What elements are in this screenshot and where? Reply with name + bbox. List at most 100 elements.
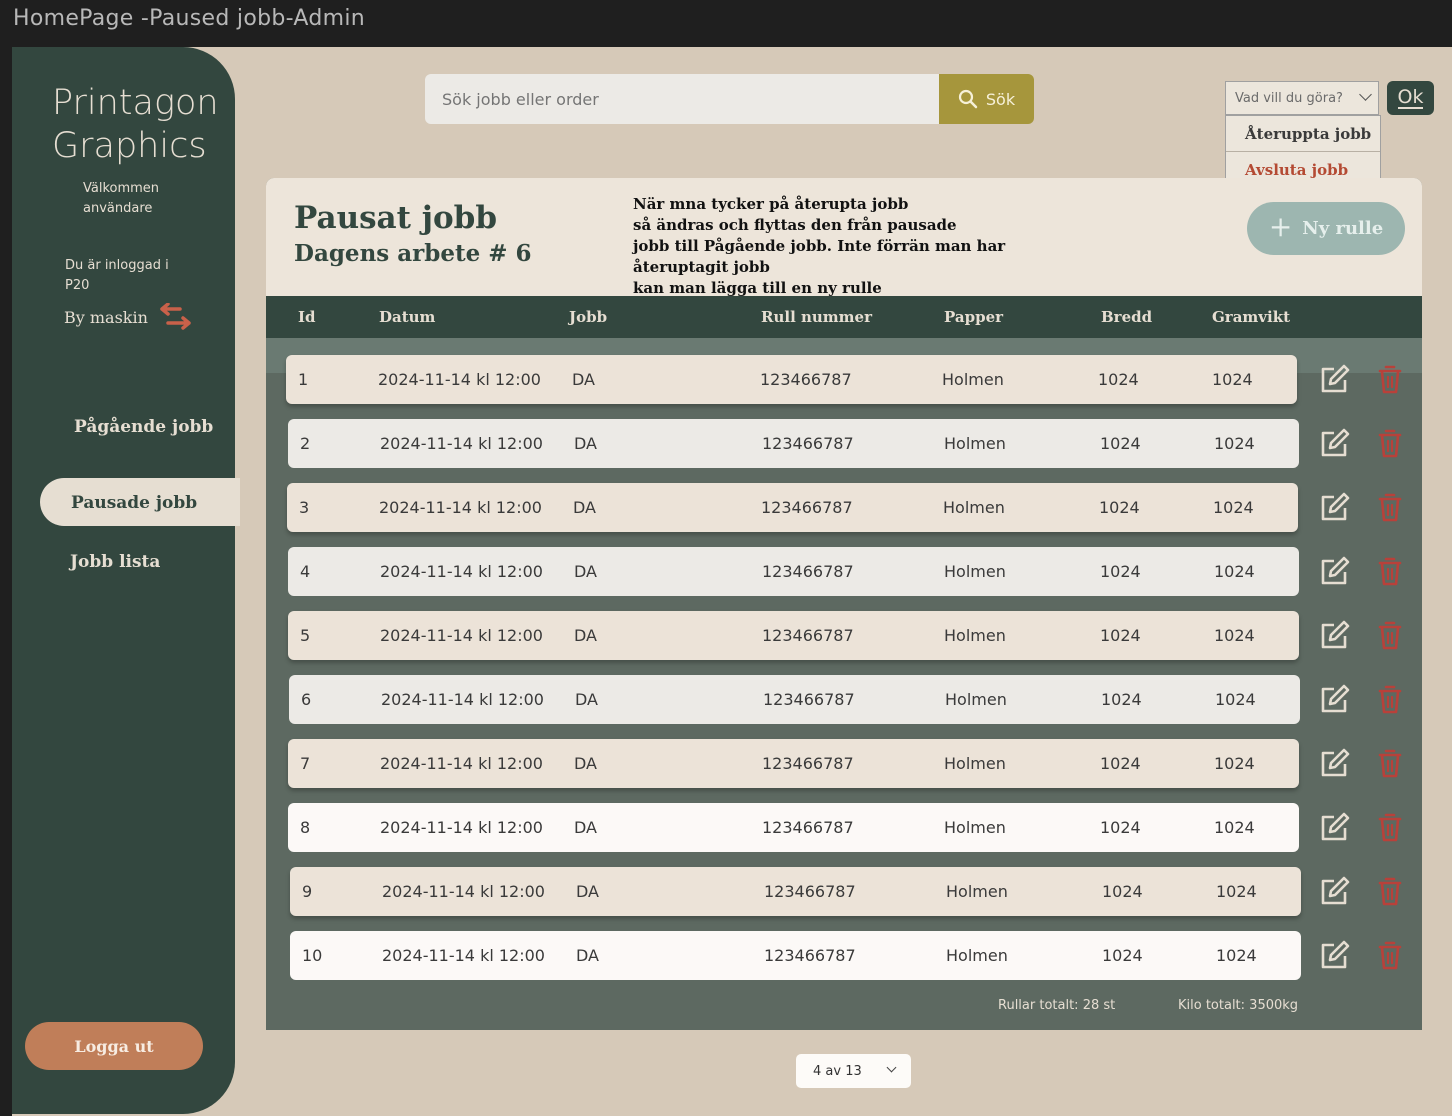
switch-machine-button[interactable]: By maskin [64, 303, 194, 331]
trash-icon[interactable] [1374, 555, 1406, 587]
table-row[interactable]: 6 2024-11-14 kl 12:00 DA 123466787 Holmen 102… [289, 675, 1300, 724]
brand-logo: Printagon Graphics [52, 82, 219, 168]
edit-icon[interactable] [1318, 555, 1350, 587]
cell-width: 1024 [1100, 818, 1141, 837]
action-select-placeholder: Vad vill du göra? [1235, 90, 1343, 106]
login-status-line-1: Du är inloggad i [65, 258, 169, 273]
edit-icon[interactable] [1318, 811, 1350, 843]
paused-jobs-panel: Pausat jobb Dagens arbete # 6 När mna ty… [266, 178, 1422, 1030]
cell-roll-number: 123466787 [761, 498, 853, 517]
cell-roll-number: 123466787 [760, 370, 852, 389]
sidebar: Printagon Graphics Välkommen användare D… [12, 47, 240, 1114]
edit-icon[interactable] [1318, 939, 1350, 971]
column-header-paper: Papper [944, 308, 1004, 326]
trash-icon[interactable] [1374, 619, 1406, 651]
edit-icon[interactable] [1318, 427, 1350, 459]
cell-grammage: 1024 [1214, 434, 1255, 453]
switch-machine-label: By maskin [64, 307, 148, 327]
trash-icon[interactable] [1374, 491, 1406, 523]
table-row[interactable]: 2 2024-11-14 kl 12:00 DA 123466787 Holmen 102… [288, 419, 1299, 468]
logout-button[interactable]: Logga ut [25, 1022, 203, 1070]
page-subtitle: Dagens arbete # 6 [294, 240, 532, 267]
table-header: Id Datum Jobb Rull nummer Papper Bredd G… [266, 296, 1422, 338]
cell-job: DA [574, 754, 597, 773]
cell-roll-number: 123466787 [762, 818, 854, 837]
cell-width: 1024 [1102, 882, 1143, 901]
cell-id: 5 [300, 626, 311, 645]
edit-icon[interactable] [1318, 491, 1350, 523]
table-row[interactable]: 5 2024-11-14 kl 12:00 DA 123466787 Holmen 102… [288, 611, 1299, 660]
trash-icon[interactable] [1374, 747, 1406, 779]
trash-icon[interactable] [1374, 811, 1406, 843]
cell-id: 6 [301, 690, 312, 709]
table-row[interactable]: 3 2024-11-14 kl 12:00 DA 123466787 Holmen 102… [287, 483, 1298, 532]
info-note-line: så ändras och flyttas den från pausade [633, 216, 957, 234]
nav-item-paused-jobs[interactable]: Pausade jobb [40, 478, 240, 526]
cell-job: DA [574, 818, 597, 837]
trash-icon[interactable] [1374, 875, 1406, 907]
cell-id: 3 [299, 498, 310, 517]
nav-item-paused-jobs-label: Pausade jobb [71, 493, 198, 513]
search-input[interactable] [425, 74, 939, 124]
nav-item-job-list[interactable]: Jobb lista [12, 550, 235, 580]
cell-job: DA [576, 946, 599, 965]
ok-button[interactable]: Ok [1387, 81, 1434, 115]
table-row[interactable]: 10 2024-11-14 kl 12:00 DA 123466787 Holmen 10… [290, 931, 1301, 980]
trash-icon[interactable] [1374, 427, 1406, 459]
edit-icon[interactable] [1318, 619, 1350, 651]
panel-header: Pausat jobb Dagens arbete # 6 När mna ty… [266, 178, 1422, 297]
cell-width: 1024 [1100, 754, 1141, 773]
table-row[interactable]: 4 2024-11-14 kl 12:00 DA 123466787 Holmen 102… [288, 547, 1299, 596]
column-header-id: Id [298, 308, 316, 326]
menu-item-resume-job[interactable]: Återuppta jobb [1226, 116, 1380, 152]
trash-icon[interactable] [1374, 363, 1406, 395]
window-title: HomePage -Paused jobb-Admin [13, 6, 365, 31]
cell-paper: Holmen [944, 818, 1006, 837]
rolls-total: Rullar totalt: 28 st [998, 998, 1116, 1013]
cell-id: 9 [302, 882, 313, 901]
cell-paper: Holmen [942, 370, 1004, 389]
action-select[interactable]: Vad vill du göra? [1225, 81, 1379, 115]
table-row[interactable]: 8 2024-11-14 kl 12:00 DA 123466787 Holmen 102… [288, 803, 1299, 852]
cell-paper: Holmen [944, 434, 1006, 453]
search-bar: Sök [425, 74, 1034, 124]
cell-grammage: 1024 [1214, 754, 1255, 773]
info-note-line: jobb till Pågående jobb. Inte förrän man… [633, 237, 1006, 276]
page-title: Pausat jobb [294, 200, 497, 236]
new-roll-button[interactable]: + Ny rulle [1247, 202, 1405, 255]
trash-icon[interactable] [1374, 939, 1406, 971]
table-row[interactable]: 9 2024-11-14 kl 12:00 DA 123466787 Holmen 102… [290, 867, 1301, 916]
cell-width: 1024 [1100, 626, 1141, 645]
edit-icon[interactable] [1318, 875, 1350, 907]
cell-date: 2024-11-14 kl 12:00 [379, 498, 542, 517]
cell-job: DA [573, 498, 596, 517]
cell-job: DA [574, 626, 597, 645]
cell-job: DA [575, 690, 598, 709]
trash-icon[interactable] [1374, 683, 1406, 715]
cell-id: 2 [300, 434, 311, 453]
cell-date: 2024-11-14 kl 12:00 [380, 562, 543, 581]
pagination-select[interactable]: 4 av 13 [796, 1054, 911, 1088]
cell-date: 2024-11-14 kl 12:00 [380, 754, 543, 773]
column-header-roll-number: Rull nummer [761, 308, 872, 326]
chevron-down-icon [1359, 88, 1372, 101]
cell-job: DA [572, 370, 595, 389]
table-row[interactable]: 7 2024-11-14 kl 12:00 DA 123466787 Holmen 102… [288, 739, 1299, 788]
app-frame: Printagon Graphics Välkommen användare D… [12, 47, 1452, 1116]
search-button[interactable]: Sök [939, 74, 1034, 124]
cell-roll-number: 123466787 [764, 946, 856, 965]
edit-icon[interactable] [1318, 747, 1350, 779]
edit-icon[interactable] [1318, 683, 1350, 715]
cell-grammage: 1024 [1214, 562, 1255, 581]
cell-paper: Holmen [944, 626, 1006, 645]
search-button-label: Sök [985, 89, 1016, 109]
cell-date: 2024-11-14 kl 12:00 [380, 818, 543, 837]
nav-item-ongoing-jobs[interactable]: Pågående jobb [12, 415, 235, 445]
column-header-job: Jobb [569, 308, 608, 326]
cell-id: 8 [300, 818, 311, 837]
table-row[interactable]: 1 2024-11-14 kl 12:00 DA 123466787 Holmen 102… [286, 355, 1297, 404]
login-status: Du är inloggad i P20 [65, 256, 169, 296]
edit-icon[interactable] [1318, 363, 1350, 395]
welcome-text: Välkommen användare [83, 179, 159, 219]
cell-id: 1 [298, 370, 309, 389]
